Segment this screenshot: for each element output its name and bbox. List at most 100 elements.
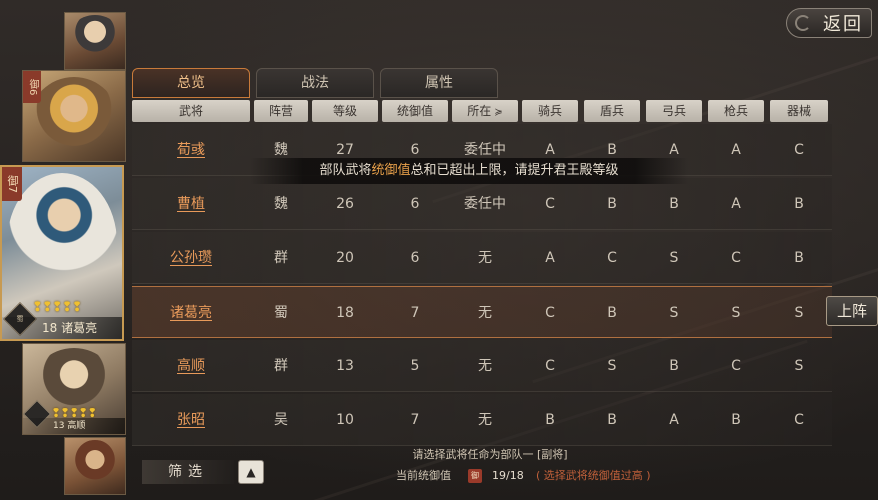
toast-text: 总和已超出上限，请提升君王殿等级	[410, 163, 619, 178]
hero-name[interactable]: 诸葛亮	[132, 287, 250, 339]
spear-cell: S	[731, 305, 741, 321]
cavalry-cell: C	[545, 358, 555, 374]
command-badge-icon: 御	[468, 469, 482, 483]
siege-cell: C	[794, 142, 804, 158]
shield-cell: B	[607, 196, 617, 212]
return-button-label: 返回	[823, 14, 863, 35]
spear-cell: C	[731, 250, 741, 266]
archer-cell: A	[669, 412, 679, 428]
command-tag: 御7	[2, 167, 22, 201]
command-cell: 7	[410, 305, 420, 321]
column-header-hero[interactable]: 武将	[132, 100, 250, 122]
shield-cell: B	[607, 305, 617, 321]
spear-cell: B	[731, 412, 741, 428]
hero-name[interactable]: 荀彧	[132, 124, 250, 176]
column-header-location[interactable]: 所在 ≽	[452, 100, 518, 122]
column-header-archer[interactable]: 弓兵	[646, 100, 702, 122]
shield-cell: S	[607, 358, 617, 374]
column-header-faction[interactable]: 阵营	[254, 100, 308, 122]
table-row[interactable]: 高顺 群 13 5 无 C S B C S	[132, 340, 832, 392]
tab-overview[interactable]: 总览	[132, 68, 250, 98]
cavalry-cell: C	[545, 305, 555, 321]
hero-figure	[29, 77, 119, 161]
location-cell: 无	[478, 305, 492, 321]
archer-cell: B	[669, 196, 679, 212]
column-header-command[interactable]: 统御值	[382, 100, 448, 122]
spear-cell: C	[731, 358, 741, 374]
table-header: 武将 阵营 等级 统御值 所在 ≽ 骑兵 盾兵 弓兵 枪兵 器械	[132, 100, 832, 122]
command-cell: 7	[410, 412, 420, 428]
tab-tactics[interactable]: 战法	[256, 68, 374, 98]
siege-cell: C	[794, 412, 804, 428]
spear-cell: A	[731, 196, 741, 212]
column-header-spear[interactable]: 枪兵	[708, 100, 764, 122]
command-warning: ( 选择武将统御值过高 )	[536, 469, 651, 482]
location-cell: 无	[478, 412, 492, 428]
siege-cell: S	[794, 305, 804, 321]
hero-name[interactable]: 曹植	[132, 178, 250, 230]
archer-cell: B	[669, 358, 679, 374]
faction-cell: 魏	[274, 196, 288, 212]
shield-cell: C	[607, 250, 617, 266]
hero-portrait-card[interactable]	[64, 437, 126, 495]
command-status-label: 当前统御值	[396, 469, 451, 482]
deploy-button[interactable]: 上阵	[826, 296, 878, 326]
siege-cell: S	[794, 358, 804, 374]
toast-highlight: 统御值	[371, 163, 411, 178]
command-cell: 6	[410, 250, 420, 266]
cavalry-cell: C	[545, 196, 555, 212]
toast-notification: 部队武将统御值总和已超出上限，请提升君王殿等级	[250, 158, 688, 184]
location-cell: 无	[478, 358, 492, 374]
archer-cell: S	[669, 250, 679, 266]
hero-name[interactable]: 张昭	[132, 394, 250, 446]
table-row[interactable]: 曹植 魏 26 6 委任中 C B B A B	[132, 178, 832, 230]
level-cell: 13	[336, 358, 354, 374]
column-header-cavalry[interactable]: 骑兵	[522, 100, 578, 122]
chevron-down-icon: ≽	[494, 107, 503, 118]
command-tag: 御6	[23, 71, 41, 103]
hero-figure	[7, 173, 117, 313]
command-status-value: 19/18	[492, 469, 524, 482]
hero-portrait-card[interactable]: 御6	[22, 70, 126, 162]
star-rating: ❢❢❢❢❢	[32, 300, 82, 315]
location-cell: 委任中	[464, 196, 506, 212]
faction-cell: 吴	[274, 412, 288, 428]
hero-figure	[66, 15, 124, 69]
column-header-level[interactable]: 等级	[312, 100, 378, 122]
hero-figure	[66, 440, 124, 494]
table-row[interactable]: 张昭 吴 10 7 无 B B A B C	[132, 394, 832, 446]
spear-cell: A	[731, 142, 741, 158]
shield-cell: B	[607, 412, 617, 428]
hero-caption: 18 诸葛亮	[2, 317, 122, 339]
command-status: 当前统御值 御 19/18 ( 选择武将统御值过高 )	[340, 466, 700, 486]
column-header-shield[interactable]: 盾兵	[584, 100, 640, 122]
tab-attributes[interactable]: 属性	[380, 68, 498, 98]
hero-portrait-card[interactable]	[64, 12, 126, 70]
selected-hero-portrait-card[interactable]: 御7 ❢❢❢❢❢ 蜀 18 诸葛亮	[0, 165, 124, 341]
command-cell: 6	[410, 196, 420, 212]
level-cell: 18	[336, 305, 354, 321]
faction-cell: 蜀	[274, 305, 288, 321]
siege-cell: B	[794, 196, 804, 212]
cavalry-cell: B	[545, 412, 555, 428]
instruction-text: 请选择武将任命为部队一 [副将]	[412, 448, 568, 461]
filter-label: 筛选	[142, 460, 234, 484]
hero-portrait-column: 御6 御7 ❢❢❢❢❢ 蜀 18 诸葛亮 ❢❢❢❢❢ 13 高顺	[0, 0, 130, 500]
siege-cell: B	[794, 250, 804, 266]
table-row-selected[interactable]: 诸葛亮 蜀 18 7 无 C B S S S	[132, 286, 832, 338]
faction-cell: 群	[274, 250, 288, 266]
hero-portrait-card[interactable]: ❢❢❢❢❢ 13 高顺	[22, 343, 126, 435]
faction-cell: 群	[274, 358, 288, 374]
hero-name[interactable]: 高顺	[132, 340, 250, 392]
cavalry-cell: A	[545, 250, 555, 266]
column-header-siege[interactable]: 器械	[770, 100, 828, 122]
toast-text: 部队武将	[319, 163, 372, 178]
level-cell: 26	[336, 196, 354, 212]
level-cell: 20	[336, 250, 354, 266]
filter-toggle-button[interactable]: ▲	[238, 460, 264, 484]
location-cell: 无	[478, 250, 492, 266]
return-button[interactable]: 返回	[786, 8, 872, 38]
hero-name[interactable]: 公孙瓒	[132, 232, 250, 284]
command-cell: 5	[410, 358, 420, 374]
table-row[interactable]: 公孙瓒 群 20 6 无 A C S C B	[132, 232, 832, 284]
